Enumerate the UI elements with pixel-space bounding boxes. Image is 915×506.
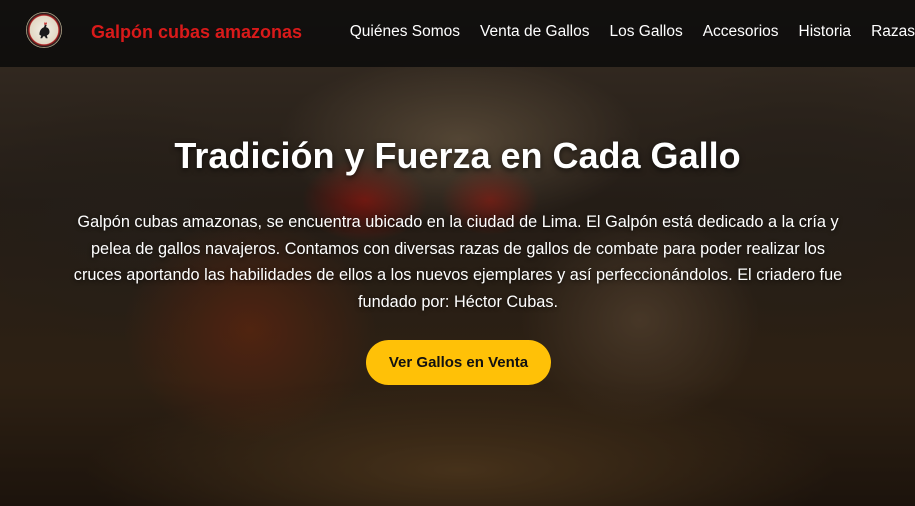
rooster-emblem-icon[interactable] [26, 12, 62, 48]
navbar: Galpón cubas amazonas Quiénes Somos Vent… [0, 0, 915, 67]
nav-item-quienes-somos[interactable]: Quiénes Somos [350, 23, 460, 41]
nav-item-historia[interactable]: Historia [799, 23, 852, 41]
brand-link[interactable]: Galpón cubas amazonas [91, 22, 302, 43]
nav-item-los-gallos[interactable]: Los Gallos [609, 23, 682, 41]
nav-item-razas[interactable]: Razas [871, 23, 915, 41]
nav-item-venta-de-gallos[interactable]: Venta de Gallos [480, 23, 589, 41]
page: Galpón cubas amazonas Quiénes Somos Vent… [0, 0, 915, 506]
hero-description: Galpón cubas amazonas, se encuentra ubic… [73, 213, 843, 311]
ver-gallos-en-venta-button[interactable]: Ver Gallos en Venta [366, 340, 551, 385]
nav-item-accesorios[interactable]: Accesorios [703, 23, 779, 41]
main-nav: Quiénes Somos Venta de Gallos Los Gallos… [350, 23, 915, 41]
rooster-silhouette-icon [39, 21, 50, 39]
hero-title: Tradición y Fuerza en Cada Gallo [174, 135, 741, 176]
